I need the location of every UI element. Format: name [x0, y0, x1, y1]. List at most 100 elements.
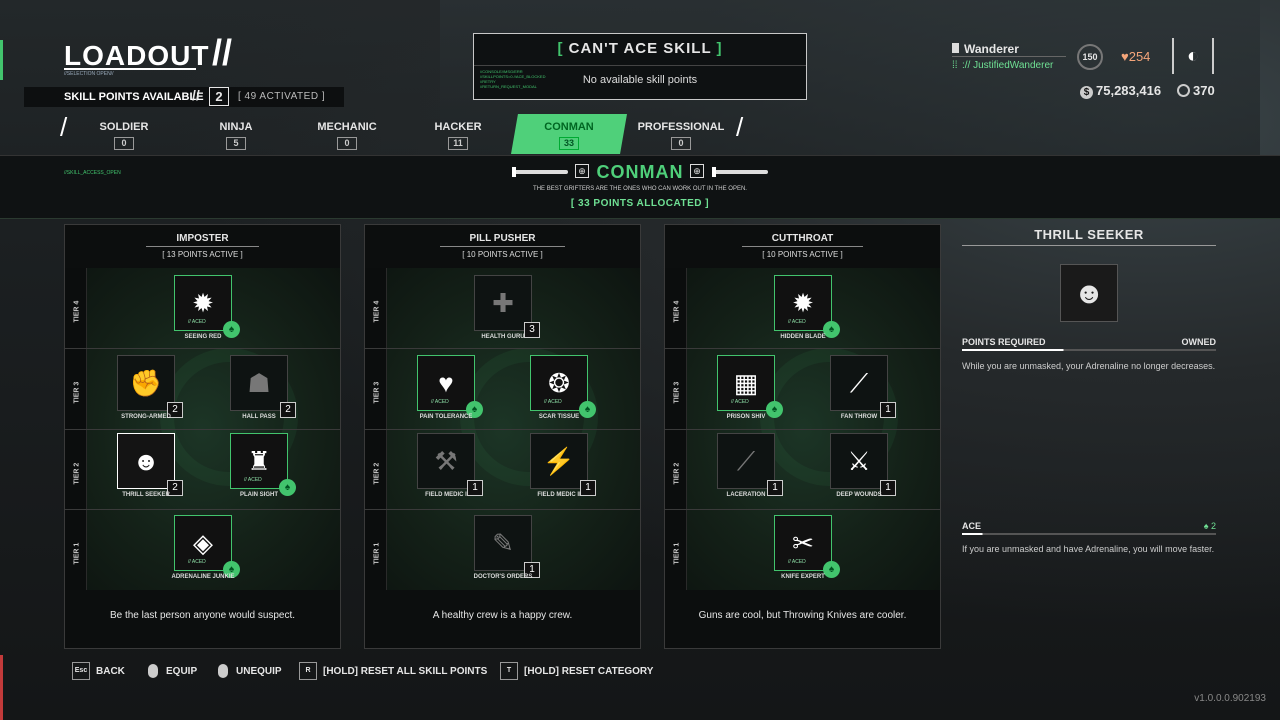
notice-divider [474, 65, 806, 66]
player-emblem[interactable]: ◐ [1172, 38, 1214, 74]
skill-field-medic-1[interactable]: ⚒ 1 FIELD MEDIC I [417, 433, 483, 498]
tab-label: SOLDIER [99, 121, 149, 133]
aced-tag: // ACED [544, 399, 562, 405]
coins-value: 370 [1193, 83, 1215, 98]
skill-health-guru[interactable]: ✚ 3 HEALTH GURU [474, 275, 540, 340]
left-mouse-icon [148, 664, 158, 679]
aced-tag: // ACED [788, 559, 806, 565]
hearts-display: ♥254 [1121, 49, 1150, 64]
tier-divider [65, 429, 340, 430]
skill-pain-tolerance[interactable]: ♥// ACED ♠ PAIN TOLERANCE [417, 355, 483, 420]
aced-tag: // ACED [431, 399, 449, 405]
ace-label: ACE [962, 521, 982, 531]
equip-button[interactable]: EQUIP [148, 660, 197, 684]
tier-4-label: TIER 4 [365, 268, 387, 348]
skill-label: SCAR TISSUE [538, 414, 580, 420]
spade-icon: ♠ [1203, 521, 1211, 531]
skill-fan-throw[interactable]: ⟋ 1 FAN THROW [830, 355, 896, 420]
base-description: While you are unmasked, your Adrenaline … [962, 361, 1216, 371]
skill-label: PLAIN SIGHT [239, 492, 278, 498]
coins-display: 370 [1177, 83, 1215, 98]
tab-label: NINJA [219, 121, 253, 133]
tree-header: PILL PUSHER [ 10 POINTS ACTIVE ] [365, 225, 640, 267]
skill-label: PRISON SHIV [726, 414, 766, 420]
tier-text: TIER 1 [673, 542, 681, 565]
tree-points: [ 13 POINTS ACTIVE ] [162, 250, 243, 259]
back-button[interactable]: Esc BACK [72, 660, 125, 684]
skill-thrill-seeker[interactable]: ☻ 2 THRILL SEEKER [117, 433, 183, 498]
skill-hall-pass[interactable]: ☗ 2 HALL PASS [230, 355, 296, 420]
category-tabs: / SOLDIER 0 NINJA 5 MECHANIC 0 HACKER 11 CON… [60, 114, 750, 154]
reset-category-button[interactable]: T [HOLD] RESET CATEGORY [500, 660, 653, 684]
points-required-bar [962, 349, 1216, 351]
skill-seeing-red[interactable]: ✹// ACED ♠ SEEING RED [174, 275, 240, 340]
skill-label: THRILL SEEKER [122, 492, 170, 498]
skill-prison-shiv[interactable]: ▦// ACED ♠ PRISON SHIV [717, 355, 783, 420]
skill-plain-sight[interactable]: ♜// ACED ♠ PLAIN SIGHT [230, 433, 296, 498]
aced-tag: // ACED [244, 477, 262, 483]
tier-text: TIER 1 [373, 542, 381, 565]
tree-name: PILL PUSHER [439, 233, 566, 247]
tree-header: CUTTHROAT [ 10 POINTS ACTIVE ] [665, 225, 940, 267]
skill-doctors-orders[interactable]: ✎ 1 DOCTOR'S ORDERS [474, 515, 540, 580]
category-description: THE BEST GRIFTERS ARE THE ONES WHO CAN W… [533, 186, 747, 192]
skill-tree-pill-pusher: PILL PUSHER [ 10 POINTS ACTIVE ] TIER 4 T… [364, 224, 641, 649]
skill-label: FIELD MEDIC II [537, 492, 581, 498]
tier-divider [665, 348, 940, 349]
skill-points-value: 2 [209, 87, 229, 106]
tier-2-label: TIER 2 [65, 430, 87, 509]
points-required-label: POINTS REQUIRED [962, 337, 1046, 347]
equip-label: EQUIP [166, 666, 198, 677]
skill-label: ADRENALINE JUNKIE [171, 574, 235, 580]
activated-count: [ 49 ACTIVATED ] [238, 91, 326, 102]
tab-ninja[interactable]: NINJA 5 [178, 114, 294, 154]
tree-footer-quote: A healthy crew is a happy crew. [432, 610, 573, 621]
skill-adrenaline-junkie[interactable]: ◈// ACED ♠ ADRENALINE JUNKIE [171, 515, 240, 580]
skill-field-medic-2[interactable]: ⚡ 1 FIELD MEDIC II [530, 433, 596, 498]
skill-label: PAIN TOLERANCE [419, 414, 473, 420]
tab-mechanic[interactable]: MECHANIC 0 [289, 114, 405, 154]
skill-points-label: SKILL POINTS AVAILABLE [64, 91, 204, 103]
skill-knife-expert[interactable]: ✂// ACED ♠ KNIFE EXPERT [774, 515, 840, 580]
skill-laceration[interactable]: ⟋ 1 LACERATION [717, 433, 783, 498]
tab-label: HACKER [434, 121, 482, 133]
skill-label: LACERATION [726, 492, 766, 498]
tier-3-label: TIER 3 [665, 349, 687, 429]
skill-label: SEEING RED [184, 334, 222, 340]
tab-conman[interactable]: CONMAN 33 [511, 114, 627, 154]
tree-grid: TIER 4 TIER 3 TIER 2 TIER 1 ✹// ACED ♠ HID… [665, 268, 940, 590]
skill-label: HIDDEN BLADE [780, 334, 826, 340]
skill-scar-tissue[interactable]: ❂// ACED ♠ SCAR TISSUE [530, 355, 596, 420]
t-key-icon: T [500, 662, 518, 681]
ace-bar [962, 533, 1216, 535]
ace-cost-value: 2 [1210, 521, 1216, 531]
skill-hidden-blade[interactable]: ✹// ACED ♠ HIDDEN BLADE [774, 275, 840, 340]
skill-strong-armed[interactable]: ✊ 2 STRONG-ARMED [117, 355, 183, 420]
tree-grid: TIER 4 TIER 3 TIER 2 TIER 1 ✹// ACED ♠ SEE… [65, 268, 340, 590]
tab-count: 11 [448, 137, 468, 150]
tier-1-label: TIER 1 [665, 510, 687, 590]
owned-label: OWNED [1181, 337, 1217, 347]
tier-text: TIER 2 [673, 462, 681, 484]
tab-count: 0 [671, 137, 691, 150]
skill-tree-cutthroat: CUTTHROAT [ 10 POINTS ACTIVE ] TIER 4 TIE… [664, 224, 941, 649]
tab-hacker[interactable]: HACKER 11 [400, 114, 516, 154]
tab-professional[interactable]: PROFESSIONAL 0 [623, 114, 739, 154]
tab-count: 33 [559, 137, 579, 150]
left-accent-red [0, 655, 3, 720]
skill-label: DOCTOR'S ORDERS [473, 574, 533, 580]
tier-divider [365, 429, 640, 430]
hearts-value: 254 [1128, 49, 1151, 64]
unequip-button[interactable]: UNEQUIP [218, 660, 282, 684]
reset-all-button[interactable]: R [HOLD] RESET ALL SKILL POINTS [299, 660, 487, 684]
tree-name: CUTTHROAT [741, 233, 864, 247]
tree-footer-quote: Guns are cool, but Throwing Knives are c… [698, 610, 907, 621]
aced-tag: // ACED [788, 319, 806, 325]
tab-soldier[interactable]: SOLDIER 0 [66, 114, 182, 154]
tab-count: 0 [114, 137, 134, 150]
skill-deep-wounds[interactable]: ⚔ 1 DEEP WOUNDS [830, 433, 896, 498]
title-slash-decor: // [212, 32, 233, 73]
tab-label: CONMAN [544, 121, 594, 133]
tier-3-label: TIER 3 [65, 349, 87, 429]
esc-key-icon: Esc [72, 662, 90, 681]
